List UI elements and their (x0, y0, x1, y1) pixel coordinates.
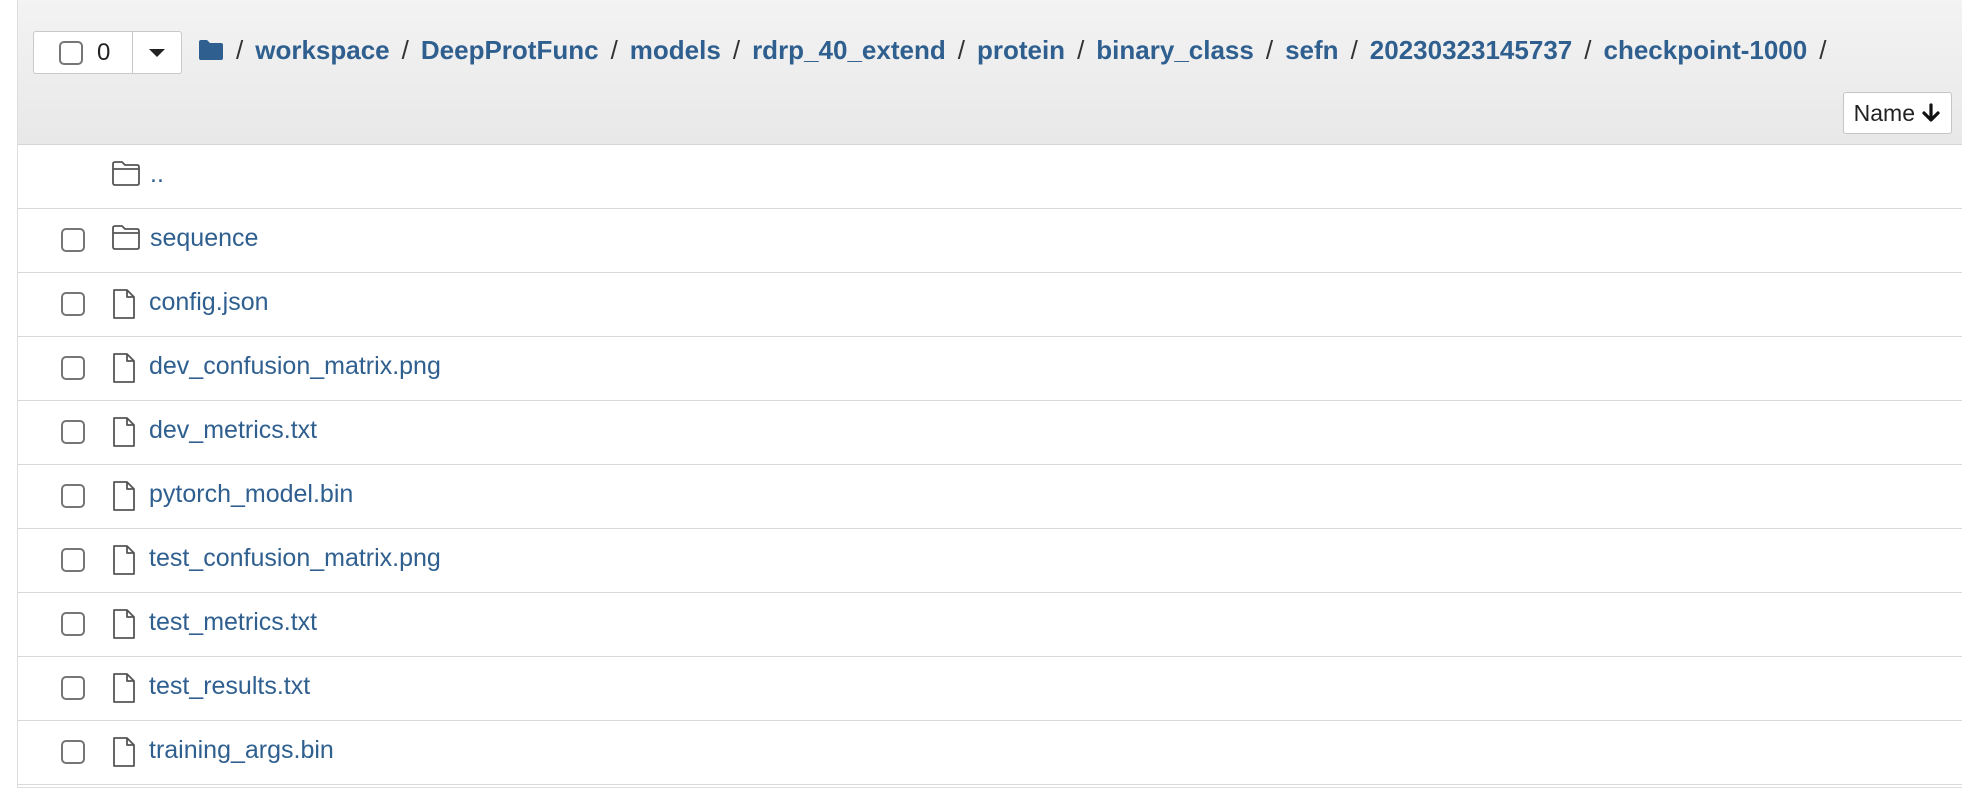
list-item[interactable]: test_confusion_matrix.png (18, 529, 1962, 593)
row-checkbox[interactable] (61, 740, 85, 764)
item-name-link[interactable]: test_metrics.txt (149, 608, 317, 637)
file-icon (111, 608, 141, 639)
row-checkbox[interactable] (61, 292, 85, 316)
list-item[interactable]: .. (18, 145, 1962, 209)
breadcrumb-link[interactable]: 20230323145737 (1370, 35, 1572, 66)
item-name-link[interactable]: dev_confusion_matrix.png (149, 352, 441, 381)
breadcrumb-link[interactable]: protein (977, 35, 1065, 66)
file-list: .. sequence config.json dev_confusion_matri… (18, 145, 1962, 785)
chevron-down-icon (149, 48, 165, 57)
breadcrumb-link[interactable]: workspace (255, 35, 389, 66)
breadcrumb: / workspace / DeepProtFunc / models / rdrp_40_e… (198, 30, 1838, 70)
row-checkbox[interactable] (61, 420, 85, 444)
item-name-link[interactable]: config.json (149, 288, 269, 317)
row-checkbox[interactable] (61, 612, 85, 636)
file-icon (111, 352, 141, 383)
sort-label: Name (1853, 99, 1915, 126)
list-item[interactable]: sequence (18, 209, 1962, 273)
breadcrumb-separator: / (236, 34, 244, 65)
breadcrumb-separator: / (610, 34, 618, 65)
item-name-link[interactable]: sequence (150, 224, 258, 253)
list-item[interactable]: pytorch_model.bin (18, 465, 1962, 529)
breadcrumb-separator: / (1819, 34, 1827, 65)
item-name-link[interactable]: test_confusion_matrix.png (149, 544, 441, 573)
item-name-link[interactable]: dev_metrics.txt (149, 416, 317, 445)
file-browser-header: 0 / workspace / DeepProtFunc / models / rdrp_40… (18, 0, 1962, 145)
breadcrumb-separator: / (732, 34, 741, 65)
file-icon (111, 480, 141, 511)
row-checkbox[interactable] (61, 548, 85, 572)
selected-count: 0 (97, 38, 111, 66)
file-browser-panel: 0 / workspace / DeepProtFunc / models / rdrp_40… (17, 0, 1962, 788)
breadcrumb-link[interactable]: sefn (1285, 35, 1338, 66)
row-checkbox[interactable] (61, 484, 85, 508)
breadcrumb-link[interactable]: rdrp_40_extend (752, 35, 946, 66)
file-icon (111, 672, 141, 703)
row-checkbox[interactable] (61, 676, 85, 700)
root-folder-icon[interactable] (198, 39, 224, 61)
breadcrumb-separator: / (1584, 34, 1592, 65)
folder-icon (111, 224, 141, 254)
breadcrumb-link[interactable]: checkpoint-1000 (1603, 35, 1807, 66)
file-icon (111, 736, 141, 767)
select-all-dropdown: 0 (33, 31, 182, 74)
row-checkbox[interactable] (61, 356, 85, 380)
breadcrumb-link[interactable]: DeepProtFunc (421, 35, 599, 66)
breadcrumb-separator: / (1077, 34, 1085, 65)
breadcrumb-link[interactable]: models (630, 35, 721, 66)
row-checkbox[interactable] (61, 228, 85, 252)
select-all-checkbox[interactable] (59, 40, 83, 65)
select-menu-toggle[interactable] (133, 32, 181, 73)
item-name-link[interactable]: .. (150, 160, 164, 189)
folder-solid-icon (199, 40, 223, 60)
list-item[interactable]: dev_metrics.txt (18, 401, 1962, 465)
item-name-link[interactable]: pytorch_model.bin (149, 480, 353, 509)
sort-by-name-button[interactable]: Name (1842, 92, 1952, 134)
breadcrumb-separator: / (1350, 34, 1358, 65)
folder-icon (111, 160, 141, 190)
list-item[interactable]: test_metrics.txt (18, 593, 1962, 657)
arrow-down-icon (1922, 103, 1940, 122)
list-item[interactable]: dev_confusion_matrix.png (18, 337, 1962, 401)
breadcrumb-separator: / (401, 34, 409, 65)
item-name-link[interactable]: test_results.txt (149, 672, 310, 701)
list-item[interactable]: test_results.txt (18, 657, 1962, 721)
file-icon (111, 544, 141, 575)
file-icon (111, 288, 141, 319)
list-item[interactable]: config.json (18, 273, 1962, 337)
list-item[interactable]: training_args.bin (18, 721, 1962, 785)
breadcrumb-separator: / (957, 34, 965, 65)
file-icon (111, 416, 141, 447)
breadcrumb-link[interactable]: binary_class (1096, 35, 1254, 66)
breadcrumb-separator: / (1265, 34, 1274, 65)
select-all-control[interactable]: 0 (34, 32, 133, 73)
item-name-link[interactable]: training_args.bin (149, 736, 334, 765)
